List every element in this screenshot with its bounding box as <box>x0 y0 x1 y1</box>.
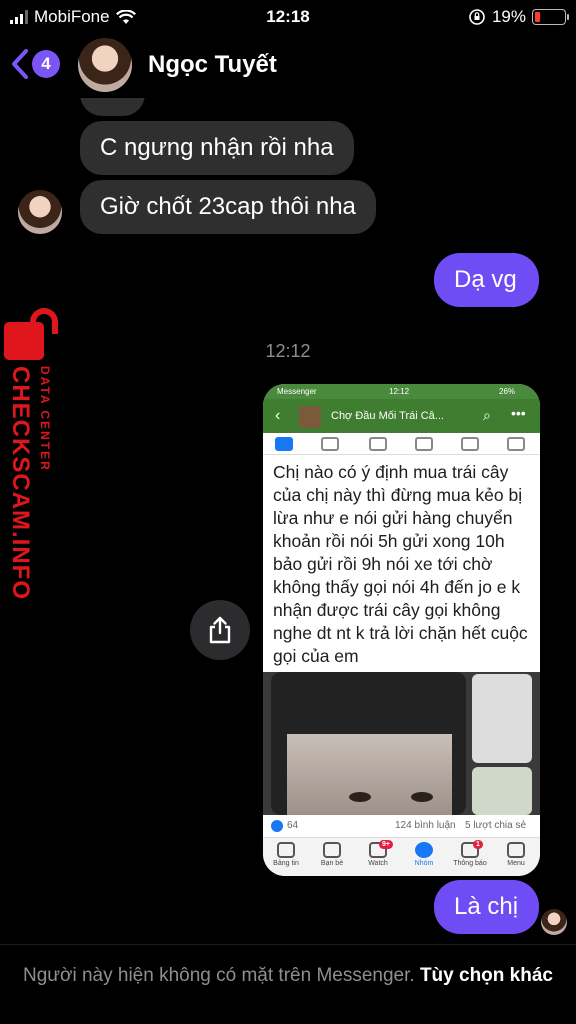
image-watch-badge: 9+ <box>379 840 393 849</box>
image-back-icon: ‹ <box>275 407 281 424</box>
contact-name[interactable]: Ngọc Tuyết <box>148 51 277 79</box>
message-text: Giờ chốt 23cap thôi nha <box>100 193 356 220</box>
image-photo-eye <box>349 792 371 802</box>
image-more-icon: ••• <box>511 405 526 421</box>
image-search-icon: ⌕ <box>483 407 491 423</box>
message-text: Là chị <box>454 893 519 920</box>
message-timestamp: 12:12 <box>265 341 311 361</box>
image-group-header: ‹ Chợ Đầu Mối Trái Câ... ⌕ ••• <box>263 399 540 433</box>
shared-image[interactable]: Messenger 12:12 26% ‹ Chợ Đầu Mối Trái C… <box>263 384 540 876</box>
watermark-sub: DATA CENTER <box>38 366 52 472</box>
chat-header: 4 Ngọc Tuyết <box>0 34 576 98</box>
image-video-tab-icon <box>321 437 339 451</box>
image-nav-home: Bảng tin <box>263 842 309 867</box>
image-comment-count: 124 bình luận <box>395 820 456 831</box>
image-reaction-count: 64 <box>287 820 299 831</box>
image-reaction-bar: 64 124 bình luận 5 lượt chia sẻ <box>263 815 540 837</box>
image-nav-label: Watch <box>368 860 388 867</box>
sender-avatar[interactable] <box>18 190 62 234</box>
image-photo-face <box>287 734 452 815</box>
image-post-photos <box>263 672 540 815</box>
back-button[interactable]: 4 <box>10 48 60 80</box>
image-status-time: 12:12 <box>389 387 410 396</box>
share-icon <box>209 616 231 644</box>
contact-avatar[interactable] <box>78 38 132 92</box>
image-photo-thumb <box>472 674 532 763</box>
image-menu-tab-icon <box>507 437 525 451</box>
image-bell-tab-icon <box>461 437 479 451</box>
image-group-name: Chợ Đầu Mối Trái Câ... <box>331 410 444 422</box>
image-nav-watch: Watch <box>355 842 401 867</box>
image-nav-groups: Nhóm <box>401 842 447 867</box>
image-market-tab-icon <box>369 437 387 451</box>
image-nav-label: Thông báo <box>453 860 487 867</box>
image-status-app: Messenger <box>277 387 317 396</box>
image-nav-label: Bảng tin <box>273 860 299 867</box>
orientation-lock-icon <box>469 9 485 25</box>
read-receipt-avatar <box>541 909 567 935</box>
outgoing-message[interactable]: Dạ vg <box>434 253 539 307</box>
chevron-left-icon <box>12 49 28 79</box>
image-post-text: Chị nào có ý định mua trái cây của chị n… <box>273 462 528 666</box>
image-nav-label: Nhóm <box>414 860 434 867</box>
incoming-message[interactable]: C ngưng nhận rồi nha <box>80 121 354 175</box>
status-right: 19% <box>468 7 569 27</box>
status-bar: MobiFone 12:18 19% <box>0 0 576 34</box>
message-text: C ngưng nhận rồi nha <box>100 134 334 161</box>
watermark-main: CHECKSCAM.INFO <box>7 366 34 600</box>
image-status-battery: 26% <box>499 387 516 396</box>
image-photo-thumb <box>472 767 532 815</box>
more-options-link[interactable]: Tùy chọn khác <box>420 965 553 986</box>
image-status-bar: Messenger 12:12 26% <box>263 384 540 399</box>
image-photo-eye <box>411 792 433 802</box>
image-notifications-badge: 1 <box>473 840 483 849</box>
image-bottom-nav: Bảng tin Bạn bè Watch 9+ Nhóm Thông báo … <box>263 837 540 876</box>
image-group-thumbnail <box>299 406 321 428</box>
image-nav-friends: Bạn bè <box>309 842 355 867</box>
unavailable-notice: Người này hiện không có mặt trên Messeng… <box>23 965 415 986</box>
battery-icon <box>532 9 569 25</box>
image-home-tab-icon <box>275 437 293 451</box>
image-like-icon <box>271 820 283 832</box>
image-nav-notifications: Thông báo <box>447 842 493 867</box>
image-nav-label: Menu <box>507 860 525 867</box>
image-groups-tab-icon <box>415 437 433 451</box>
battery-percent: 19% <box>491 7 526 26</box>
image-share-count: 5 lượt chia sẻ <box>465 820 527 831</box>
outgoing-message[interactable]: Là chị <box>434 880 539 934</box>
image-nav-label: Bạn bè <box>320 860 344 867</box>
image-nav-menu: Menu <box>493 842 539 867</box>
incoming-message[interactable]: Giờ chốt 23cap thôi nha <box>80 180 376 234</box>
image-photo-main <box>271 672 466 815</box>
image-tab-strip <box>263 433 540 455</box>
unread-count-badge: 4 <box>32 50 60 78</box>
message-text: Dạ vg <box>454 266 517 293</box>
unavailable-footer: Người này hiện không có mặt trên Messeng… <box>0 944 576 1024</box>
share-button[interactable] <box>190 600 250 660</box>
